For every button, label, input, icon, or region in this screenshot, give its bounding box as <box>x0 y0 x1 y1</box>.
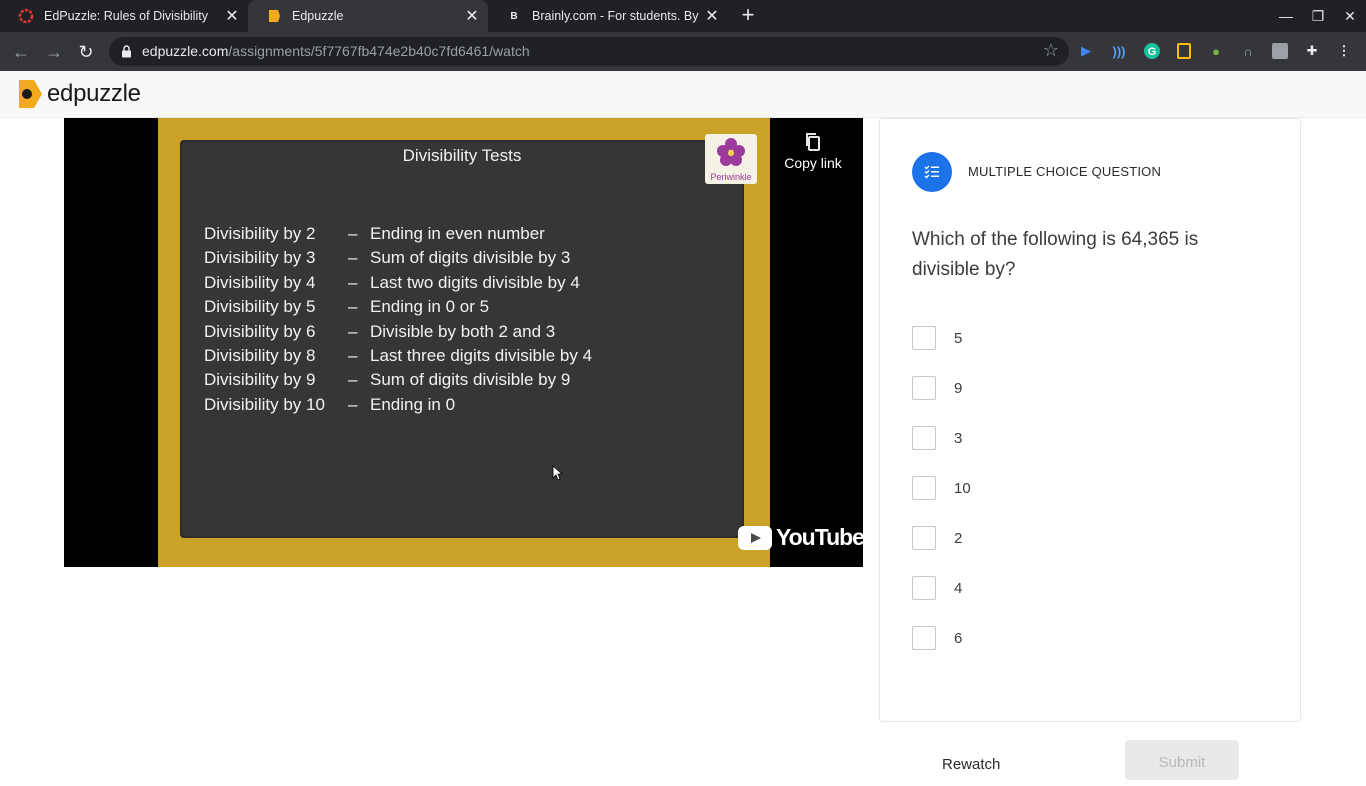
answer-option[interactable]: 2 <box>912 525 962 551</box>
forward-icon[interactable]: → <box>41 39 67 65</box>
tab-title: Brainly.com - For students. By students <box>532 9 702 23</box>
chalkboard: Divisibility Tests Divisibility by 2– End… <box>180 140 744 538</box>
logo-text[interactable]: edpuzzle <box>47 80 141 108</box>
bookmark-star-icon[interactable]: ☆ <box>1043 40 1059 61</box>
answer-checkbox[interactable] <box>912 476 936 500</box>
answer-option[interactable]: 6 <box>912 625 962 651</box>
answer-option[interactable]: 4 <box>912 575 962 601</box>
answer-option[interactable]: 10 <box>912 475 971 501</box>
video-player[interactable]: Divisibility Tests Divisibility by 2– End… <box>64 118 863 567</box>
close-window-icon[interactable]: ✕ <box>1334 0 1366 32</box>
submit-button[interactable]: Submit <box>1125 740 1239 780</box>
red-ring-icon <box>18 8 34 24</box>
rule-row: Divisibility by 3– Sum of digits divisibl… <box>204 248 571 268</box>
answer-label[interactable]: 10 <box>954 480 971 497</box>
rewatch-button[interactable]: Rewatch <box>942 756 1000 773</box>
browser-toolbar: ← → ↻ edpuzzle.com/assignments/5f7767fb4… <box>0 32 1366 71</box>
answer-option[interactable]: 5 <box>912 325 962 351</box>
periwinkle-flower-icon <box>717 138 745 166</box>
tab-edpuzzle-rules[interactable]: EdPuzzle: Rules of Divisibility ✕ <box>0 0 248 32</box>
question-panel: MULTIPLE CHOICE QUESTION Which of the fo… <box>879 118 1301 722</box>
edpuzzle-icon <box>266 8 282 24</box>
back-icon[interactable]: ← <box>8 39 34 65</box>
copy-link-label: Copy link <box>784 155 842 171</box>
rule-row: Divisibility by 10– Ending in 0 <box>204 394 456 414</box>
svg-text:G: G <box>1148 46 1157 58</box>
app-header: edpuzzle <box>0 71 1366 118</box>
rule-row: Divisibility by 9– Sum of digits divisibl… <box>204 370 571 390</box>
close-tab-icon[interactable]: ✕ <box>462 6 482 26</box>
answer-checkbox[interactable] <box>912 576 936 600</box>
answer-checkbox[interactable] <box>912 326 936 350</box>
board-title: Divisibility Tests <box>402 146 522 165</box>
extension-doc-icon[interactable] <box>1175 42 1193 60</box>
lock-icon <box>121 45 132 63</box>
answer-label[interactable]: 5 <box>954 330 962 347</box>
youtube-label: YouTube <box>776 524 863 550</box>
grammarly-icon[interactable]: G <box>1143 42 1161 60</box>
answer-checkbox[interactable] <box>912 426 936 450</box>
extension-play-icon[interactable]: ▶ <box>1077 42 1095 60</box>
tab-title: Edpuzzle <box>292 9 344 23</box>
answer-option[interactable]: 9 <box>912 375 962 401</box>
extensions-puzzle-icon[interactable]: ✚ <box>1303 42 1321 60</box>
youtube-play-icon <box>738 525 772 550</box>
extension-android-icon[interactable]: ● <box>1207 42 1225 60</box>
answer-checkbox[interactable] <box>912 376 936 400</box>
tab-edpuzzle[interactable]: Edpuzzle ✕ <box>248 0 488 32</box>
question-type-label: MULTIPLE CHOICE QUESTION <box>968 164 1162 179</box>
extension-headphones-icon[interactable]: ∩ <box>1239 42 1257 60</box>
answer-label[interactable]: 9 <box>954 380 962 397</box>
rule-row: Divisibility by 5– Ending in 0 or 5 <box>204 297 490 317</box>
answer-label[interactable]: 2 <box>954 530 962 547</box>
rule-row: Divisibility by 2– Ending in even number <box>204 224 545 243</box>
answer-checkbox[interactable] <box>912 526 936 550</box>
browser-tab-bar: EdPuzzle: Rules of Divisibility ✕ Edpuzz… <box>0 0 1366 32</box>
copy-icon <box>806 133 820 151</box>
extension-audio-icon[interactable]: ))) <box>1110 42 1128 60</box>
channel-logo-text: Periwinkle <box>710 172 752 182</box>
menu-kebab-icon[interactable]: ⋮ <box>1335 42 1353 60</box>
answer-label[interactable]: 6 <box>954 630 962 647</box>
answer-label[interactable]: 4 <box>954 580 962 597</box>
tab-title: EdPuzzle: Rules of Divisibility <box>44 9 208 23</box>
answer-option[interactable]: 3 <box>912 425 962 451</box>
rule-row: Divisibility by 8– Last three digits divi… <box>204 346 593 366</box>
tab-brainly[interactable]: B Brainly.com - For students. By student… <box>488 0 728 32</box>
channel-logo: Periwinkle <box>705 134 757 184</box>
youtube-logo[interactable]: YouTube <box>738 524 863 551</box>
reload-icon[interactable]: ↻ <box>73 39 99 65</box>
copy-link-button[interactable]: Copy link <box>778 132 848 171</box>
brainly-icon: B <box>510 10 518 22</box>
close-tab-icon[interactable]: ✕ <box>702 6 722 26</box>
rule-row: Divisibility by 4– Last two digits divisi… <box>204 272 580 292</box>
question-text: Which of the following is 64,365 is divi… <box>912 229 1199 280</box>
new-tab-icon[interactable]: + <box>736 4 760 28</box>
close-tab-icon[interactable]: ✕ <box>222 6 242 26</box>
url-text: edpuzzle.com/assignments/5f7767fb474e2b4… <box>142 43 530 59</box>
edpuzzle-logo-icon[interactable] <box>16 78 44 115</box>
answer-checkbox[interactable] <box>912 626 936 650</box>
rules-list: Divisibility by 2– Ending in even number … <box>204 222 592 417</box>
minimize-icon[interactable]: — <box>1270 0 1302 32</box>
answer-label[interactable]: 3 <box>954 430 962 447</box>
rule-row: Divisibility by 6– Divisible by both 2 an… <box>204 321 556 341</box>
multiple-choice-icon <box>912 152 952 192</box>
restore-icon[interactable]: ❐ <box>1302 0 1334 32</box>
address-bar[interactable]: edpuzzle.com/assignments/5f7767fb474e2b4… <box>109 37 1069 66</box>
mouse-cursor-icon <box>552 465 564 481</box>
extension-gray-icon[interactable] <box>1271 42 1289 60</box>
